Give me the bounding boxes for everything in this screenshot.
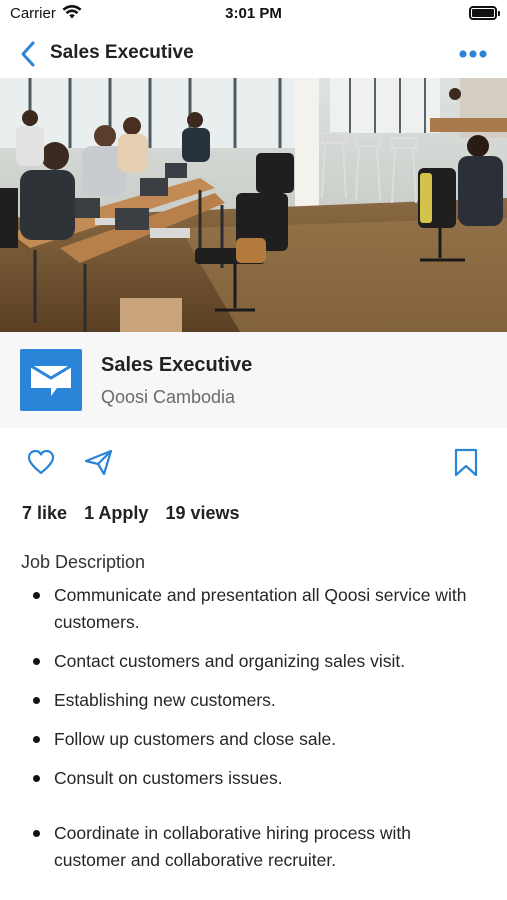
job-description-heading: Job Description bbox=[21, 552, 146, 572]
company-logo bbox=[20, 349, 82, 411]
list-item: Contact customers and organizing sales v… bbox=[0, 648, 507, 675]
apply-count: 1 Apply bbox=[84, 503, 149, 523]
status-time: 3:01 PM bbox=[225, 5, 282, 22]
company-card[interactable]: Sales Executive Qoosi Cambodia bbox=[0, 332, 507, 428]
page-title: Sales Executive bbox=[50, 42, 194, 63]
battery-icon bbox=[469, 6, 500, 20]
list-item: Coordinate in collaborative hiring proce… bbox=[0, 820, 507, 874]
status-bar: Carrier 3:01 PM bbox=[0, 0, 507, 30]
heart-icon[interactable] bbox=[26, 448, 56, 476]
like-count: 7 like bbox=[22, 503, 68, 523]
navigation-bar: Sales Executive bbox=[0, 30, 507, 78]
company-name[interactable]: Qoosi Cambodia bbox=[101, 387, 235, 408]
paper-plane-icon[interactable] bbox=[84, 448, 114, 476]
bookmark-icon[interactable] bbox=[453, 448, 479, 478]
message-icon bbox=[30, 364, 72, 396]
list-item: Communicate and presentation all Qoosi s… bbox=[0, 582, 507, 636]
ellipsis-icon[interactable] bbox=[457, 42, 489, 66]
list-item: Establishing new customers. bbox=[0, 687, 507, 714]
office-photo bbox=[0, 78, 507, 332]
job-stats: 7 like 1 Apply 19 views bbox=[22, 503, 252, 524]
action-bar bbox=[0, 446, 507, 482]
job-title: Sales Executive bbox=[101, 354, 253, 376]
chevron-left-icon[interactable] bbox=[18, 40, 40, 68]
job-description-list: Communicate and presentation all Qoosi s… bbox=[0, 582, 507, 886]
view-count: 19 views bbox=[165, 503, 240, 523]
list-item: Follow up customers and close sale. bbox=[0, 726, 507, 753]
list-item: Consult on customers issues. bbox=[0, 765, 507, 792]
